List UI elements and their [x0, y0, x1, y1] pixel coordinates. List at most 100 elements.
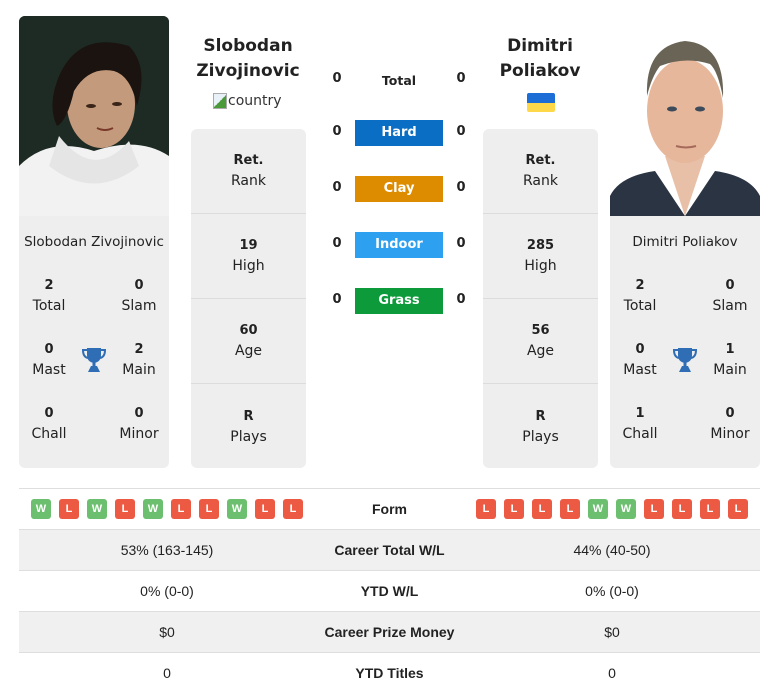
right-form-badge-win[interactable]: W — [616, 499, 636, 519]
country-alt-text: country — [228, 93, 282, 109]
left-titles-chall-value: 0 — [44, 406, 54, 421]
left-rank-value: Ret. — [233, 153, 264, 168]
player-left-first-name: Slobodan — [203, 36, 293, 56]
right-titles-slam-value: 0 — [725, 278, 735, 293]
surface-hard-button[interactable]: Hard — [355, 120, 443, 146]
right-titles-main-label: Main — [713, 362, 747, 378]
left-form-badge-win[interactable]: W — [227, 499, 247, 519]
right-form-badge-loss[interactable]: L — [728, 499, 748, 519]
left-plays: R Plays — [191, 384, 306, 469]
career-prize-money-label: Career Prize Money — [324, 624, 455, 640]
h2h-clay-left: 0 — [332, 180, 342, 195]
right-career-total-wl: 44% (40-50) — [573, 542, 651, 558]
left-ytd-titles: 0 — [163, 665, 171, 681]
right-plays-label: Plays — [522, 428, 559, 445]
left-form-badge-win[interactable]: W — [31, 499, 51, 519]
trophy-icon — [673, 348, 697, 372]
right-rank: Ret. Rank — [483, 129, 598, 214]
right-titles-chall-label: Chall — [622, 426, 658, 442]
career-total-wl-label: Career Total W/L — [334, 542, 445, 558]
right-titles-mast-label: Mast — [623, 362, 657, 378]
h2h-clay-row: 0 Clay 0 — [330, 176, 470, 202]
surface-grass-button[interactable]: Grass — [355, 288, 443, 314]
left-high-value: 19 — [239, 238, 258, 253]
right-age: 56 Age — [483, 299, 598, 384]
right-form-badge-loss[interactable]: L — [476, 499, 496, 519]
right-plays: R Plays — [483, 384, 598, 469]
surface-indoor-button[interactable]: Indoor — [355, 232, 443, 258]
player-right-full-name[interactable]: Dimitri Poliakov — [610, 234, 760, 250]
form-label: Form — [372, 501, 407, 517]
player-right-photo — [610, 16, 760, 216]
ytd-wl-row: 0% (0-0) YTD W/L 0% (0-0) — [19, 570, 760, 611]
left-titles-mast-label: Mast — [32, 362, 66, 378]
player-right-photo-image — [610, 16, 760, 216]
h2h-total-label: Total — [381, 73, 417, 88]
h2h-total-left: 0 — [332, 71, 342, 86]
left-form-badge-loss[interactable]: L — [283, 499, 303, 519]
ukraine-flag-icon — [527, 93, 555, 112]
left-career-total-wl: 53% (163-145) — [120, 542, 214, 558]
player-right-name-header[interactable]: Dimitri Poliakov — [470, 34, 610, 84]
career-total-wl-row: 53% (163-145) Career Total W/L 44% (40-5… — [19, 529, 760, 570]
h2h-grass-left: 0 — [332, 292, 342, 307]
left-titles-main-value: 2 — [134, 342, 144, 357]
right-titles-minor: 0 Minor — [700, 404, 760, 444]
player-left-full-name[interactable]: Slobodan Zivojinovic — [19, 234, 169, 250]
right-form-badge-loss[interactable]: L — [700, 499, 720, 519]
left-form-badge-win[interactable]: W — [87, 499, 107, 519]
h2h-hard-right: 0 — [456, 124, 466, 139]
left-form-badge-win[interactable]: W — [143, 499, 163, 519]
trophy-icon — [82, 348, 106, 372]
left-age: 60 Age — [191, 299, 306, 384]
left-ytd-wl: 0% (0-0) — [140, 583, 194, 599]
player-right-first-name: Dimitri — [507, 36, 573, 56]
right-form-badge-loss[interactable]: L — [672, 499, 692, 519]
ytd-titles-row: 0 YTD Titles 0 — [19, 652, 760, 693]
player-left-last-name: Zivojinovic — [196, 61, 300, 81]
left-titles-chall-label: Chall — [31, 426, 67, 442]
left-form-badge-loss[interactable]: L — [59, 499, 79, 519]
right-form-badge-win[interactable]: W — [588, 499, 608, 519]
player-right-card: Dimitri Poliakov 2 Total 0 Slam 0 Mast 1… — [610, 216, 760, 468]
left-titles-slam-label: Slam — [121, 298, 157, 314]
h2h-indoor-row: 0 Indoor 0 — [330, 232, 470, 258]
right-form-list: LLLLWWLLLL — [464, 499, 760, 519]
player-left-photo — [19, 16, 169, 216]
h2h-grass-right: 0 — [456, 292, 466, 307]
right-titles-main: 1 Main — [700, 340, 760, 380]
right-titles-minor-value: 0 — [725, 406, 735, 421]
right-career-prize-money: $0 — [604, 624, 620, 640]
right-titles-main-value: 1 — [725, 342, 735, 357]
left-titles-main-label: Main — [122, 362, 156, 378]
left-form-badge-loss[interactable]: L — [199, 499, 219, 519]
right-titles-chall-value: 1 — [635, 406, 645, 421]
right-form-badge-loss[interactable]: L — [560, 499, 580, 519]
right-titles-slam-label: Slam — [712, 298, 748, 314]
ytd-titles-label: YTD Titles — [355, 665, 424, 681]
left-high: 19 High — [191, 214, 306, 299]
left-titles-minor-value: 0 — [134, 406, 144, 421]
player-left-card: Slobodan Zivojinovic 2 Total 0 Slam 0 Ma… — [19, 216, 169, 468]
right-plays-value: R — [535, 408, 546, 424]
right-form-badge-loss[interactable]: L — [504, 499, 524, 519]
left-form-badge-loss[interactable]: L — [255, 499, 275, 519]
right-titles-minor-label: Minor — [710, 426, 750, 442]
left-career-prize-money: $0 — [159, 624, 175, 640]
right-rank-value: Ret. — [525, 153, 556, 168]
left-titles-slam-value: 0 — [134, 278, 144, 293]
right-age-value: 56 — [531, 323, 550, 338]
left-rank: Ret. Rank — [191, 129, 306, 214]
surface-clay-button[interactable]: Clay — [355, 176, 443, 202]
left-titles-slam: 0 Slam — [109, 276, 169, 316]
right-form-badge-loss[interactable]: L — [532, 499, 552, 519]
h2h-hard-row: 0 Hard 0 — [330, 120, 470, 146]
right-titles-chall: 1 Chall — [610, 404, 670, 444]
right-ytd-titles: 0 — [608, 665, 616, 681]
right-high-label: High — [524, 258, 557, 274]
player-left-name-header[interactable]: Slobodan Zivojinovic — [178, 34, 318, 84]
h2h-indoor-left: 0 — [332, 236, 342, 251]
right-form-badge-loss[interactable]: L — [644, 499, 664, 519]
left-form-badge-loss[interactable]: L — [115, 499, 135, 519]
left-form-badge-loss[interactable]: L — [171, 499, 191, 519]
